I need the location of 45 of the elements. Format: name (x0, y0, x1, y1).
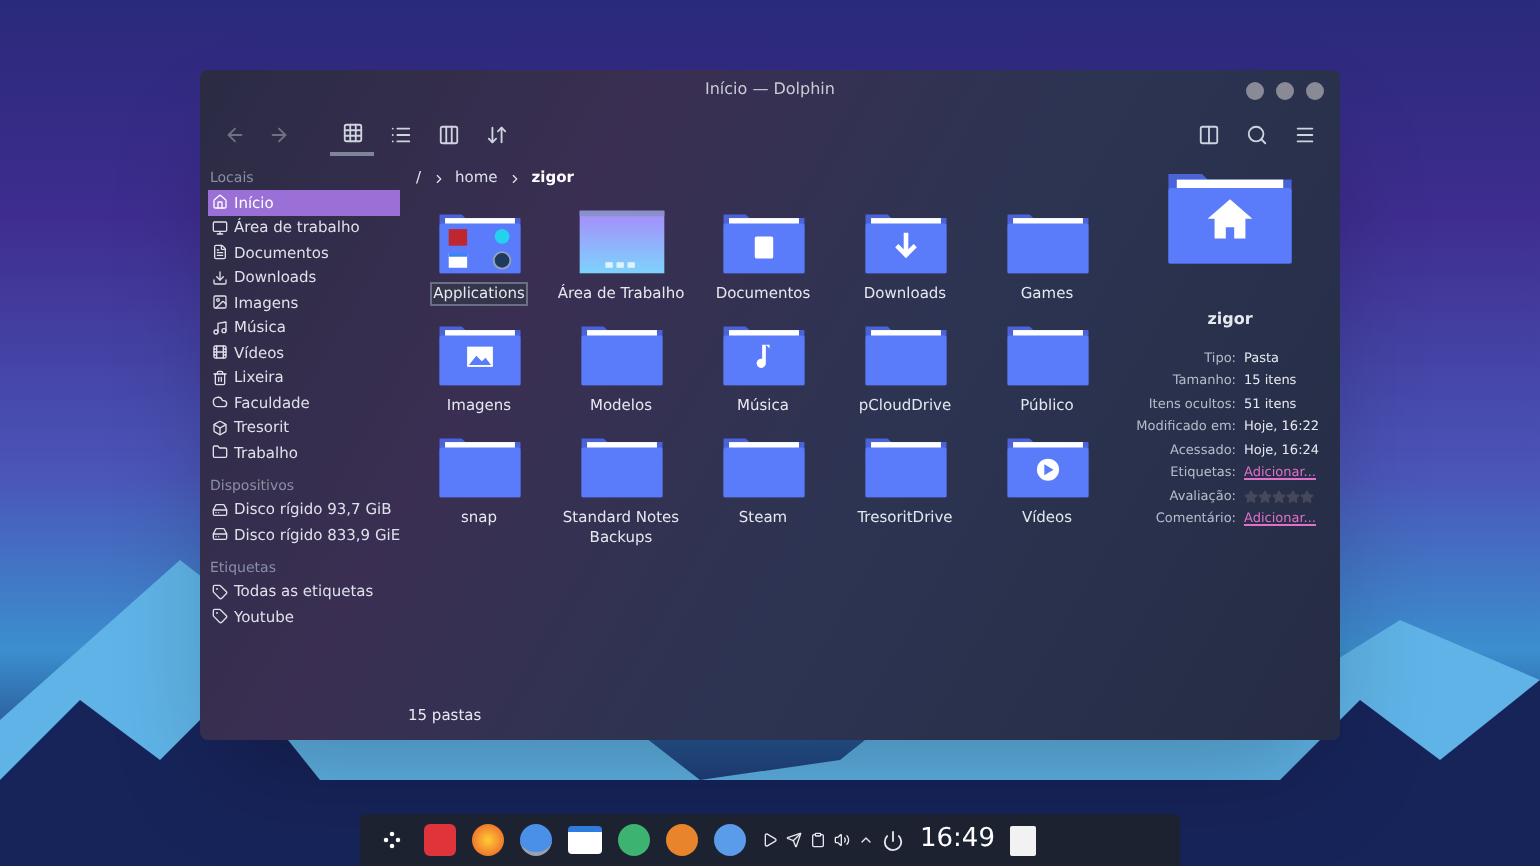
app-icon[interactable] (520, 824, 552, 856)
rating-stars[interactable] (1244, 490, 1314, 505)
power-icon[interactable] (882, 829, 904, 851)
app-icon[interactable] (666, 824, 698, 856)
maximize-button[interactable] (1276, 82, 1294, 100)
app-icon[interactable] (618, 824, 650, 856)
app-icon[interactable] (472, 824, 504, 856)
monitor-icon (212, 219, 228, 236)
home-icon (212, 194, 228, 211)
arrow-left-icon (223, 124, 245, 146)
split-panes-icon (1197, 124, 1219, 146)
desktop-folder-icon (575, 206, 667, 278)
columns-icon (437, 124, 459, 146)
download-icon (212, 269, 228, 286)
menu-icon (1293, 124, 1315, 146)
document-icon (212, 244, 228, 261)
trash-applet-icon[interactable] (1010, 825, 1037, 855)
folder-icon (212, 444, 228, 461)
trash-icon (212, 369, 228, 386)
clock[interactable]: 16:49 (920, 820, 995, 860)
chevron-up-icon[interactable] (858, 832, 874, 848)
cloud-icon (212, 394, 228, 411)
arrow-right-icon (267, 124, 289, 146)
window-title: Início — Dolphin (705, 78, 835, 102)
search-icon (1245, 124, 1267, 146)
chevron-icon (431, 171, 446, 185)
music-note-icon (212, 319, 228, 336)
volume-icon[interactable] (834, 832, 850, 848)
send-icon[interactable] (786, 832, 802, 848)
minimize-button[interactable] (1246, 82, 1264, 100)
folder-name: zigor (1207, 308, 1253, 332)
tag-icon (212, 608, 228, 625)
image-icon (212, 294, 228, 311)
app-icon[interactable] (714, 824, 746, 856)
app-icon[interactable] (568, 826, 602, 854)
cube-icon (212, 419, 228, 436)
close-button[interactable] (1306, 82, 1324, 100)
grid-icon (341, 122, 363, 144)
sort-arrows-icon (485, 124, 507, 146)
play-icon[interactable] (762, 832, 778, 848)
dots-icon (380, 828, 404, 852)
film-icon (212, 344, 228, 361)
clipboard-icon[interactable] (810, 832, 826, 848)
tag-icon (212, 583, 228, 600)
chevron-icon (507, 171, 522, 185)
